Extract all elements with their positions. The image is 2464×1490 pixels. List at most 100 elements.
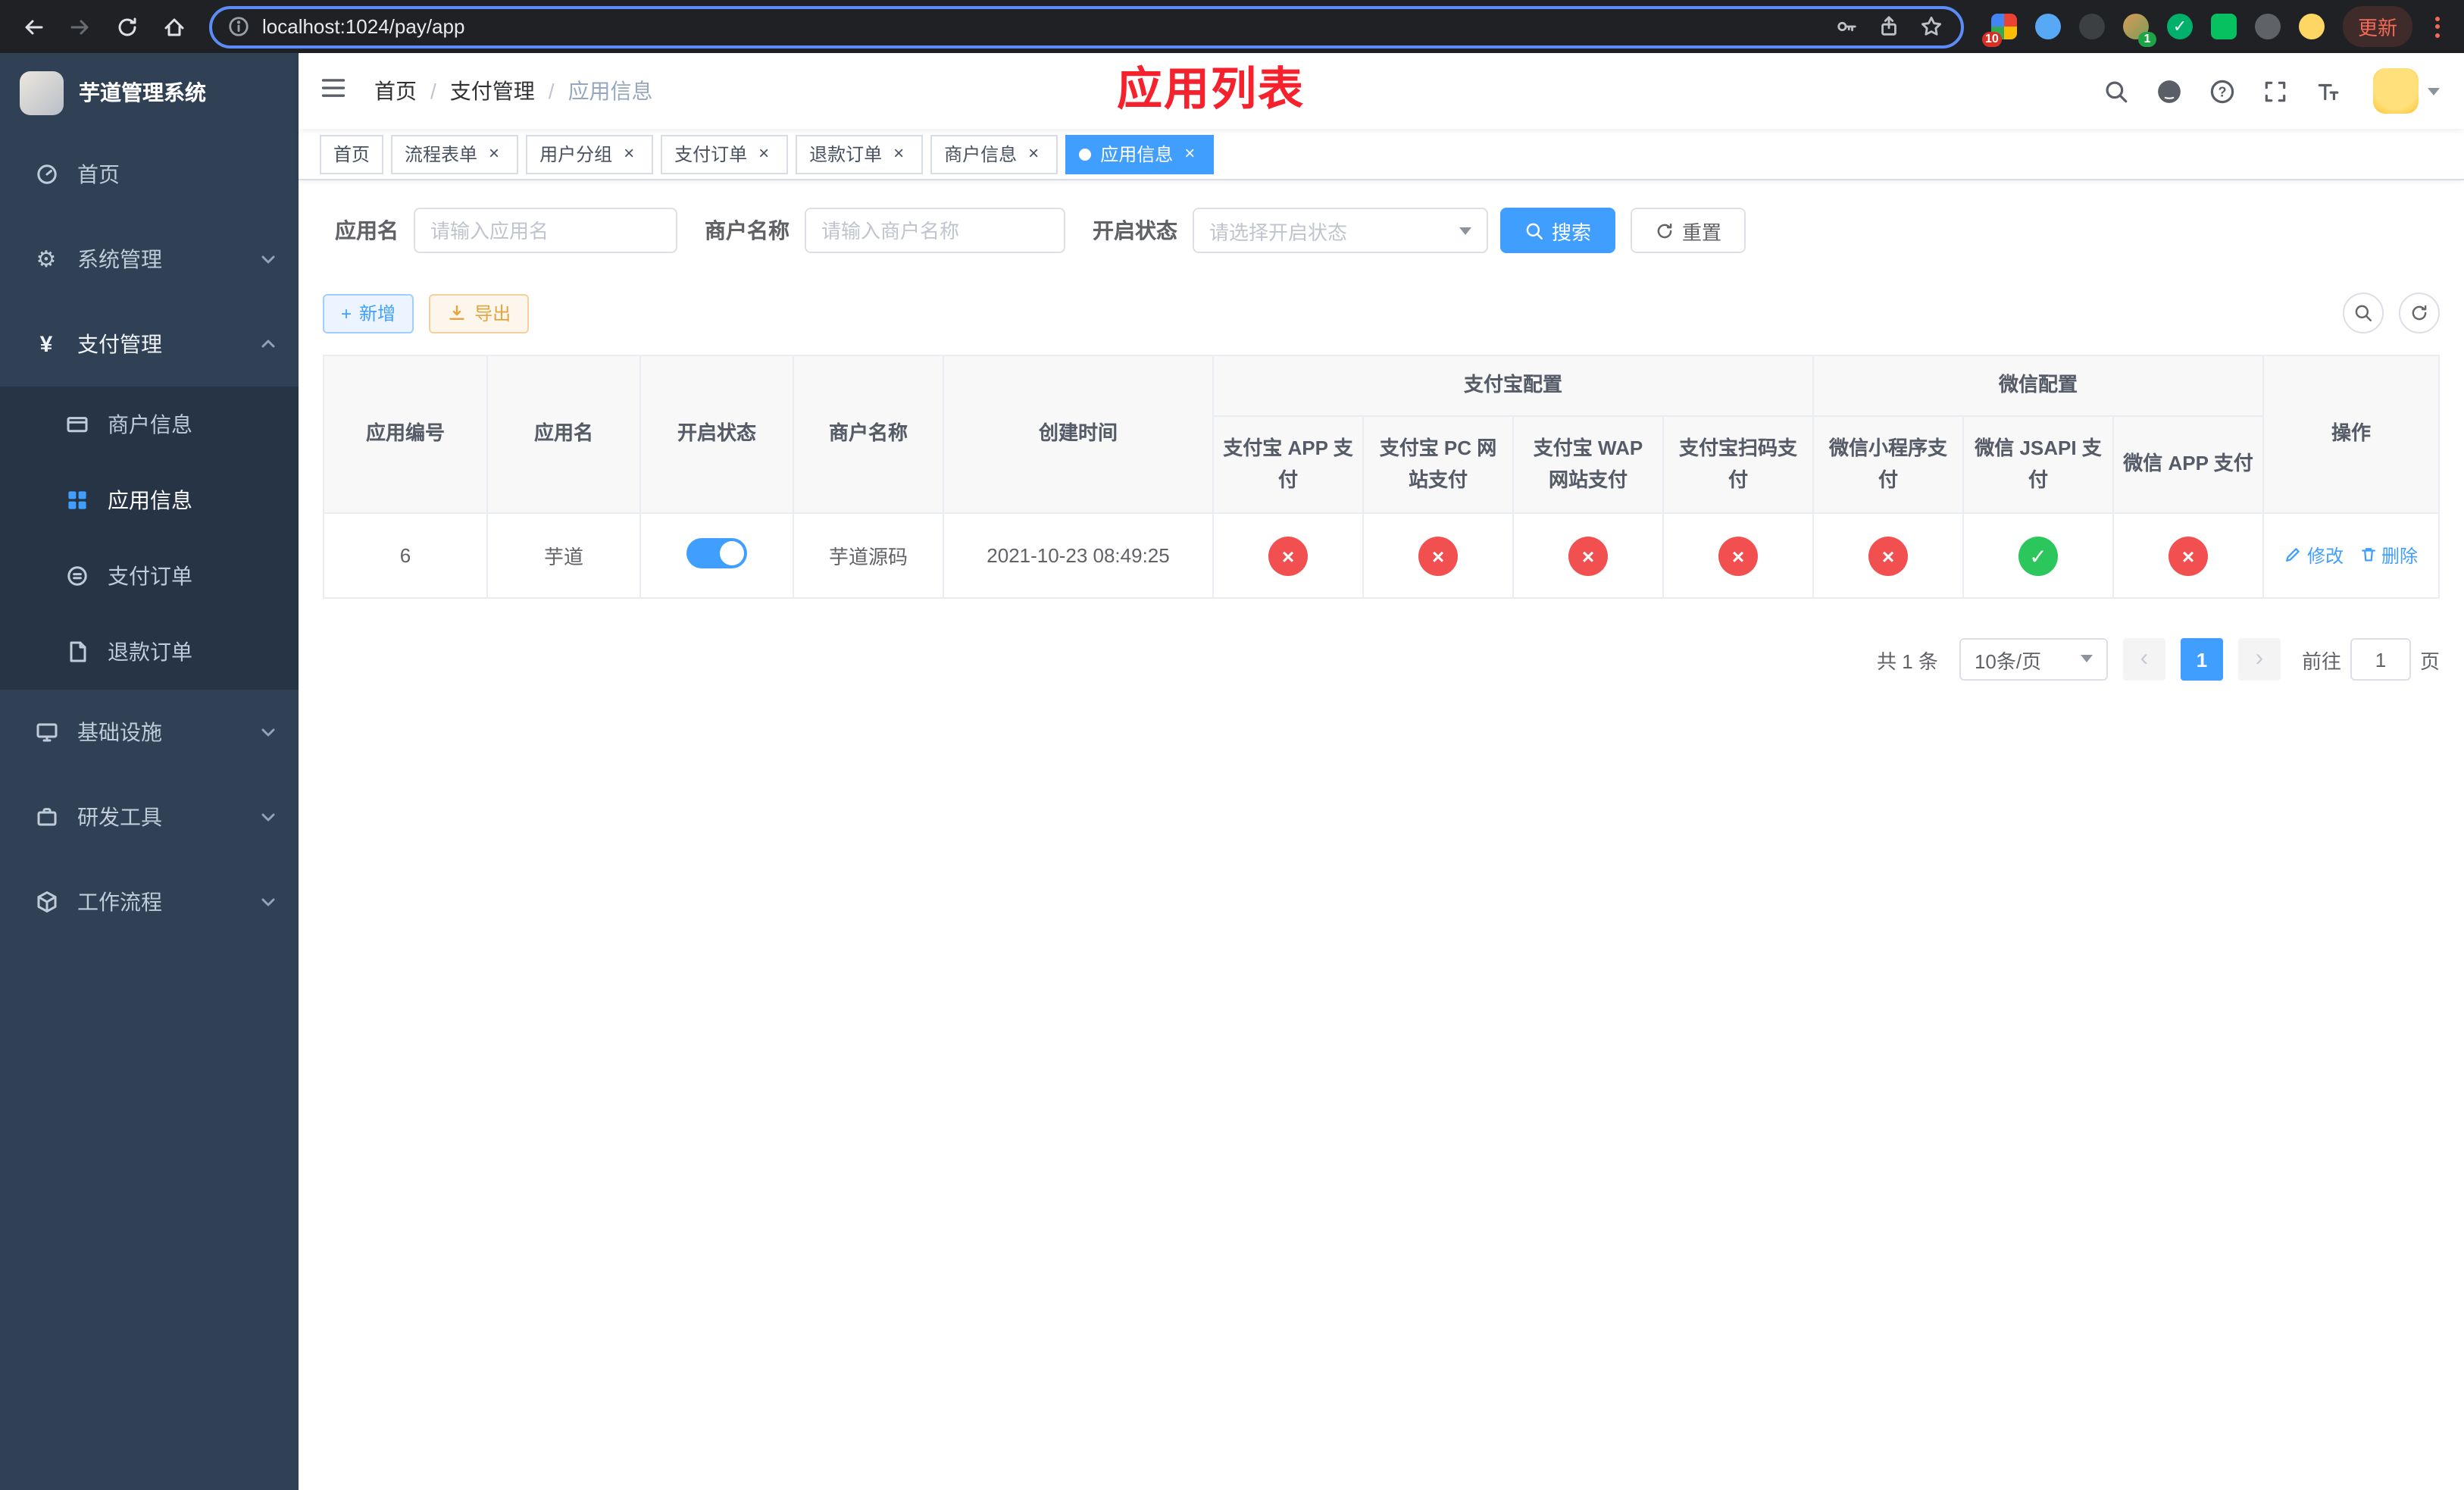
browser-back-icon[interactable] (12, 6, 53, 47)
breadcrumb-separator: / (548, 79, 555, 103)
user-avatar[interactable] (2373, 68, 2419, 114)
help-icon[interactable]: ? (2208, 77, 2235, 105)
site-info-icon[interactable] (227, 15, 250, 38)
reset-button[interactable]: 重置 (1631, 208, 1746, 253)
breadcrumb-current: 应用信息 (568, 79, 653, 103)
tab-close-icon[interactable]: × (1179, 142, 1200, 164)
sidebar-item-merchant-info[interactable]: 商户信息 (0, 387, 299, 462)
sidebar-item-system-management[interactable]: ⚙ 系统管理 (0, 217, 299, 302)
font-size-icon[interactable] (2314, 77, 2341, 105)
tab-payment-orders[interactable]: 支付订单 × (661, 134, 789, 174)
export-button[interactable]: 导出 (429, 293, 530, 333)
payment-submenu: 商户信息 应用信息 支付订单 退款订单 (0, 387, 299, 690)
tab-label: 首页 (333, 144, 371, 165)
tab-close-icon[interactable]: × (753, 142, 774, 164)
status-toggle[interactable] (686, 538, 747, 568)
extension-chat-icon[interactable] (2210, 14, 2237, 39)
chevron-down-icon (259, 723, 277, 741)
sidebar-collapse-icon[interactable] (320, 74, 353, 108)
extension-avatar-icon[interactable]: 1 (2122, 14, 2156, 47)
search-icon (1526, 222, 1543, 239)
sidebar-item-infrastructure[interactable]: 基础设施 (0, 690, 299, 775)
col-header-wx-app: 微信 APP 支付 (2112, 415, 2265, 514)
fullscreen-icon[interactable] (2261, 77, 2288, 105)
sidebar-item-workflow[interactable]: 工作流程 (0, 859, 299, 944)
tab-app-info[interactable]: 应用信息 × (1065, 134, 1215, 174)
sidebar-item-refund-orders[interactable]: 退款订单 (0, 614, 299, 690)
download-icon (449, 305, 464, 321)
tab-close-icon[interactable]: × (618, 142, 639, 164)
tab-label: 退款订单 (809, 144, 883, 165)
app-logo[interactable]: 芋道管理系统 (0, 53, 299, 132)
tab-merchant-info[interactable]: 商户信息 × (930, 134, 1058, 174)
navbar-tools: ? (2102, 68, 2440, 114)
goto-page-input[interactable] (2350, 638, 2411, 681)
chevron-up-icon (259, 335, 277, 353)
extension-colorwheel-icon[interactable]: 10 (1981, 14, 2017, 47)
extension-emoji-icon[interactable] (2298, 14, 2325, 39)
search-button[interactable]: 搜索 (1500, 208, 1616, 253)
app-name-input[interactable] (414, 208, 677, 253)
github-icon[interactable] (2155, 77, 2182, 105)
app-name-label: 应用名 (335, 218, 399, 243)
col-header-created: 创建时间 (943, 355, 1214, 514)
browser-refresh-icon[interactable] (106, 6, 147, 47)
col-header-app-name: 应用名 (486, 355, 641, 514)
tab-close-icon[interactable]: × (888, 142, 909, 164)
tab-home[interactable]: 首页 (320, 134, 384, 174)
toggle-search-button[interactable] (2343, 293, 2384, 333)
screen: localhost:1024/pay/app 10 1 ✓ 更新 芋道管理系统 … (0, 0, 2464, 1490)
user-menu[interactable] (2373, 68, 2440, 114)
url-text[interactable]: localhost:1024/pay/app (262, 15, 1823, 38)
prev-page-button[interactable]: ‹ (2122, 638, 2165, 681)
sidebar-item-payment-orders[interactable]: 支付订单 (0, 538, 299, 614)
col-header-alipay-pc: 支付宝 PC 网站支付 (1362, 415, 1514, 514)
share-icon[interactable] (1878, 15, 1900, 38)
add-button[interactable]: + 新增 (323, 293, 414, 333)
current-page-button[interactable]: 1 (2180, 638, 2223, 681)
delete-link[interactable]: 删除 (2359, 543, 2418, 568)
app-grid-icon (64, 487, 89, 513)
col-header-app-id: 应用编号 (323, 355, 488, 514)
extension-pin-icon[interactable] (2254, 14, 2281, 39)
breadcrumb-home[interactable]: 首页 (374, 76, 417, 106)
page-size-select[interactable]: 10条/页 (1959, 638, 2108, 681)
tab-close-icon[interactable]: × (1023, 142, 1044, 164)
tab-user-group[interactable]: 用户分组 × (526, 134, 654, 174)
browser-update-button[interactable]: 更新 (2342, 6, 2412, 47)
browser-home-icon[interactable] (153, 6, 194, 47)
cell-merchant: 芋道源码 (793, 512, 944, 599)
sidebar-item-label: 系统管理 (77, 247, 162, 271)
browser-forward-icon[interactable] (59, 6, 100, 47)
caret-down-icon (2080, 655, 2093, 668)
bookmark-star-icon[interactable] (1920, 15, 1943, 38)
sidebar: 芋道管理系统 首页 ⚙ 系统管理 ¥ 支付管理 商户信息 应用信息 支付订单 退… (0, 53, 299, 1490)
tab-process-form[interactable]: 流程表单 × (391, 134, 519, 174)
tab-refund-orders[interactable]: 退款订单 × (796, 134, 924, 174)
extension-blue-icon[interactable] (2034, 14, 2061, 39)
sidebar-item-dev-tools[interactable]: 研发工具 (0, 775, 299, 859)
browser-menu-icon[interactable] (2422, 8, 2452, 45)
tab-label: 应用信息 (1100, 144, 1174, 165)
prev-arrow-icon: ‹ (2140, 646, 2149, 671)
status-label: 开启状态 (1093, 218, 1177, 243)
sidebar-item-home[interactable]: 首页 (0, 132, 299, 217)
sidebar-item-app-info[interactable]: 应用信息 (0, 462, 299, 538)
tab-close-icon[interactable]: × (483, 142, 505, 164)
sidebar-item-payment-management[interactable]: ¥ 支付管理 (0, 302, 299, 387)
extension-dark-icon[interactable] (2078, 14, 2105, 39)
address-bar[interactable]: localhost:1024/pay/app (209, 5, 1964, 48)
extension-check-icon[interactable]: ✓ (2166, 14, 2193, 39)
search-button-label: 搜索 (1552, 221, 1592, 243)
password-key-icon[interactable] (1835, 15, 1858, 38)
goto-unit: 页 (2419, 650, 2440, 672)
col-header-actions: 操作 (2262, 355, 2440, 514)
breadcrumb-section[interactable]: 支付管理 (450, 76, 535, 106)
edit-link[interactable]: 修改 (2284, 543, 2344, 568)
group-header-alipay: 支付宝配置 (1212, 355, 1815, 417)
next-page-button[interactable]: › (2237, 638, 2281, 681)
search-icon[interactable] (2102, 77, 2129, 105)
refresh-table-button[interactable] (2399, 293, 2440, 333)
status-select[interactable]: 请选择开启状态 (1193, 208, 1488, 253)
merchant-name-input[interactable] (805, 208, 1065, 253)
